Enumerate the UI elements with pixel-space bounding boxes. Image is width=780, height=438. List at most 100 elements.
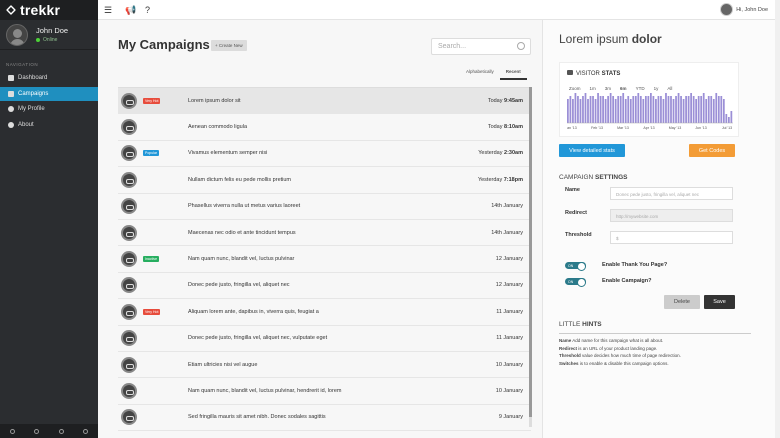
x-tick-label: Jun '13 [695, 126, 706, 130]
redirect-field[interactable]: http://mywebsite.com [610, 209, 733, 222]
zoom-option[interactable]: YTD [634, 85, 647, 92]
user-greeting[interactable]: Hi, John Doe [720, 3, 768, 16]
table-row[interactable]: Donec pede justo, fringilla vel, aliquet… [118, 326, 531, 352]
delete-button[interactable]: Delete [664, 295, 700, 309]
table-row[interactable]: Very Hot Lorem ipsum dolor sit Today 9:45a… [118, 88, 531, 115]
chart-bar [672, 99, 675, 123]
chart-bar [725, 114, 728, 123]
campaign-title: Lorem ipsum dolor [559, 32, 662, 46]
chart-bar [720, 96, 723, 123]
chart-bar [637, 93, 640, 123]
zoom-option[interactable]: 1m [588, 85, 598, 92]
avatar [720, 3, 734, 16]
chart-bar [607, 96, 609, 123]
settings-icon[interactable] [34, 428, 40, 434]
fullscreen-icon[interactable] [58, 428, 64, 434]
zoom-option[interactable]: All [665, 85, 674, 92]
redirect-label: Redirect [565, 210, 588, 216]
chart-bar [705, 99, 708, 123]
x-tick-label: Apr '13 [643, 126, 654, 130]
campaign-name: Maecenas nec odio et ante tincidunt temp… [188, 229, 296, 236]
campaign-name: Donec pede justo, fringilla vel, aliquet… [188, 335, 328, 342]
chart-bar [727, 117, 730, 123]
info-icon [8, 121, 14, 128]
table-row[interactable]: Inactive Nam quam nunc, blandit vel, luct… [118, 246, 531, 273]
divider [559, 333, 751, 334]
chart-bar [730, 111, 733, 123]
sidebar-item-dashboard[interactable]: Dashboard [0, 71, 98, 85]
chart-bar [682, 99, 685, 123]
name-label: Name [565, 187, 580, 193]
campaigns-main: My Campaigns + Create New Search... Alph… [98, 20, 542, 438]
table-row[interactable]: Nam quam nunc, blandit vel, luctus pulvi… [118, 378, 531, 405]
table-row[interactable]: Maecenas nec odio et ante tincidunt temp… [118, 220, 531, 247]
visitor-chart: Jan '13 Feb '13 Mar '13 Apr '13 May '13 Jun '… [567, 93, 733, 130]
campaign-icon [121, 119, 137, 136]
zoom-option[interactable]: 1y [652, 85, 661, 92]
chart-bar [634, 96, 637, 123]
sidebar-item-campaigns[interactable]: Campaigns [0, 86, 98, 101]
table-row[interactable]: Donec pede justo, fringilla vel, aliquet… [118, 273, 531, 300]
campaign-date: 12 January [495, 256, 523, 263]
table-row[interactable]: Etiam ultricies nisi vel augue 10 January [118, 352, 531, 379]
table-row[interactable]: Popular Vivamus elementum semper nisi Yest… [118, 141, 531, 168]
power-icon[interactable] [83, 428, 89, 434]
view-detailed-stats-button[interactable]: View detailed stats [559, 144, 625, 157]
chart-bar [670, 96, 672, 123]
help-icon[interactable]: ? [145, 5, 150, 15]
campaign-icon [121, 330, 137, 347]
campaign-toggle[interactable]: ON [565, 278, 586, 287]
sidebar-item-about[interactable]: About [0, 118, 98, 132]
zoom-label: Zoom [569, 86, 581, 91]
tab-recent[interactable]: Recent [499, 67, 527, 80]
campaign-name: Nullam dictum felis eu pede mollis preti… [188, 176, 292, 183]
chart-bar [662, 99, 665, 123]
campaign-date: 14th January [491, 229, 523, 236]
chart-bar [629, 99, 632, 123]
thank-you-toggle[interactable]: ON [565, 262, 586, 271]
visitor-stats-heading: VISITOR STATS [567, 70, 620, 77]
topbar: ☰ 📢 ? Hi, John Doe [98, 0, 780, 20]
get-codes-button[interactable]: Get Codes [689, 144, 735, 157]
x-tick-label: May '13 [669, 126, 681, 130]
status-badge: Very Hot [143, 308, 161, 315]
campaign-icon [121, 251, 137, 268]
help-icon[interactable] [9, 428, 15, 434]
little-hints-heading: LITTLE HINTS [559, 321, 602, 328]
menu-icon[interactable]: ☰ [104, 5, 112, 16]
chart-bar [712, 99, 715, 123]
create-new-button[interactable]: + Create New [211, 40, 247, 51]
chart-bar [680, 96, 682, 123]
chart-bar [644, 96, 647, 123]
zoom-option[interactable]: 3m [603, 85, 613, 92]
chart-bar [602, 96, 604, 123]
chart-bar [639, 96, 642, 123]
tab-alphabetically[interactable]: Alphabetically [460, 67, 500, 80]
chart-bar [667, 96, 670, 123]
logo[interactable]: trekkr [0, 0, 98, 20]
chart-bar [655, 99, 657, 123]
campaign-icon [121, 145, 137, 162]
table-row[interactable]: Very Hot Aliquam lorem ante, dapibus in, … [118, 299, 531, 326]
scrollbar[interactable] [529, 87, 532, 427]
table-row[interactable]: Nullam dictum felis eu pede mollis preti… [118, 167, 531, 194]
save-button[interactable]: Save [704, 295, 735, 309]
sidebar-item-my-profile[interactable]: My Profile [0, 102, 98, 116]
campaign-date: 9 January [498, 414, 523, 421]
campaign-icon [121, 92, 137, 109]
campaign-date: 11 January [496, 335, 523, 342]
chart-bar [690, 93, 692, 123]
zoom-option[interactable]: 6m [618, 85, 629, 92]
table-row[interactable]: Sed fringilla mauris sit amet nibh. Done… [118, 405, 531, 432]
threshold-field[interactable]: $ [610, 231, 733, 244]
megaphone-icon[interactable]: 📢 [125, 5, 136, 16]
chart-bar [604, 99, 607, 123]
table-row[interactable]: Phasellus viverra nulla ut metus varius … [118, 194, 531, 220]
campaign-date: 14th January [491, 203, 523, 210]
search-input[interactable]: Search... [431, 38, 531, 55]
table-row[interactable]: Aenean commodo ligula Today 8:10am [118, 114, 531, 141]
name-field[interactable]: Donec pede justo, fringilla vel, aliquet… [610, 187, 733, 200]
page-scrollbar[interactable] [775, 0, 780, 438]
chart-bar [589, 96, 592, 123]
user-status: Online [36, 37, 68, 43]
